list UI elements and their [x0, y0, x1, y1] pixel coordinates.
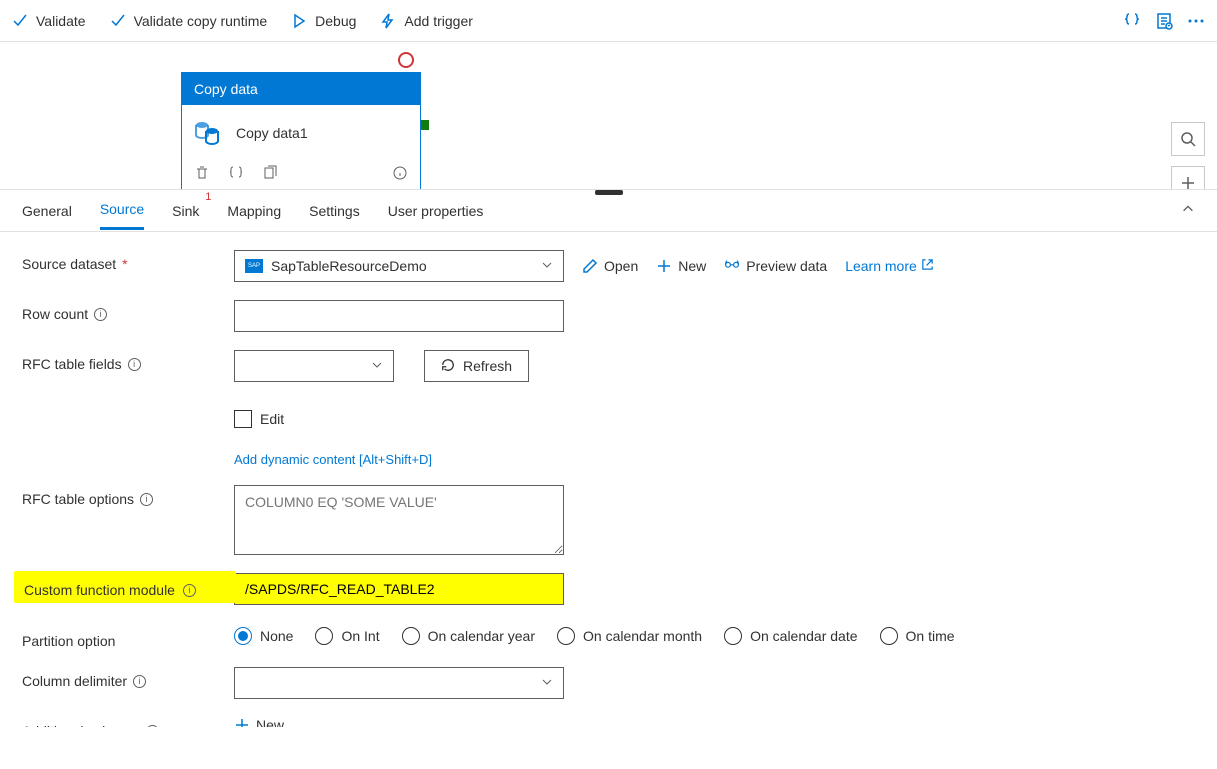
- search-canvas-button[interactable]: [1171, 122, 1205, 156]
- activity-name: Copy data1: [236, 125, 308, 141]
- validation-error-icon: [398, 52, 414, 68]
- validate-copy-label: Validate copy runtime: [134, 13, 268, 29]
- plus-icon: [656, 258, 672, 274]
- tab-sink[interactable]: Sink 1: [172, 193, 199, 229]
- tab-general[interactable]: General: [22, 193, 72, 229]
- info-icon[interactable]: [392, 165, 408, 184]
- partition-none-radio[interactable]: None: [234, 627, 293, 645]
- custom-fn-label: Custom function module i: [22, 573, 234, 601]
- chevron-down-icon: [541, 675, 553, 691]
- rfc-options-label: RFC table options i: [22, 485, 234, 507]
- row-count-label: Row count i: [22, 300, 234, 322]
- refresh-button[interactable]: Refresh: [424, 350, 529, 382]
- info-icon[interactable]: i: [146, 725, 159, 728]
- clipboard-icon[interactable]: [1155, 12, 1173, 30]
- preview-data-button[interactable]: Preview data: [724, 258, 827, 274]
- dynamic-content-link[interactable]: Add dynamic content [Alt+Shift+D]: [234, 452, 432, 467]
- partition-on-cal-month-radio[interactable]: On calendar month: [557, 627, 702, 645]
- source-dataset-label: Source dataset*: [22, 250, 234, 272]
- refresh-icon: [441, 358, 455, 375]
- validate-label: Validate: [36, 13, 86, 29]
- validate-copy-button[interactable]: Validate copy runtime: [110, 13, 268, 29]
- sap-table-icon: SAP: [245, 259, 263, 273]
- delete-icon[interactable]: [194, 165, 210, 184]
- info-icon[interactable]: i: [128, 358, 141, 371]
- pipeline-canvas[interactable]: Copy data Copy data1: [0, 42, 1217, 190]
- output-connector[interactable]: [421, 120, 429, 130]
- copy-icon[interactable]: [262, 165, 278, 184]
- edit-checkbox[interactable]: [234, 410, 252, 428]
- partition-on-cal-date-radio[interactable]: On calendar date: [724, 627, 857, 645]
- debug-label: Debug: [315, 13, 356, 29]
- activity-header: Copy data: [182, 73, 420, 105]
- collapse-panel-icon[interactable]: [1181, 202, 1195, 219]
- glasses-icon: [724, 258, 740, 274]
- plus-icon: [234, 717, 250, 727]
- tab-user-properties[interactable]: User properties: [388, 193, 484, 229]
- column-delim-label: Column delimiter i: [22, 667, 234, 689]
- pencil-icon: [582, 258, 598, 274]
- code-icon[interactable]: [228, 165, 244, 184]
- validate-button[interactable]: Validate: [12, 13, 86, 29]
- source-dataset-value: SapTableResourceDemo: [271, 258, 427, 274]
- rfc-fields-label: RFC table fields i: [22, 350, 234, 372]
- additional-cols-label: Additional columns i: [22, 717, 234, 727]
- json-braces-icon[interactable]: [1123, 12, 1141, 30]
- database-copy-icon: [194, 119, 222, 147]
- play-icon: [291, 13, 307, 29]
- zoom-in-button[interactable]: [1171, 166, 1205, 190]
- tab-sink-badge: 1: [205, 191, 211, 203]
- source-form: Source dataset* SAPSapTableResourceDemo …: [0, 232, 1217, 727]
- info-icon[interactable]: i: [94, 308, 107, 321]
- checkmark-icon: [12, 13, 28, 29]
- panel-drag-handle[interactable]: [595, 190, 623, 195]
- partition-label: Partition option: [22, 627, 234, 649]
- tab-sink-label: Sink: [172, 203, 199, 219]
- info-icon[interactable]: i: [183, 584, 196, 597]
- copy-data-activity[interactable]: Copy data Copy data1: [181, 72, 421, 190]
- learn-more-link[interactable]: Learn more: [845, 258, 934, 274]
- open-dataset-button[interactable]: Open: [582, 258, 638, 274]
- toolbar: Validate Validate copy runtime Debug Add…: [0, 0, 1217, 42]
- partition-on-int-radio[interactable]: On Int: [315, 627, 379, 645]
- tab-bar: General Source Sink 1 Mapping Settings U…: [0, 190, 1217, 232]
- rfc-options-textarea[interactable]: [234, 485, 564, 555]
- add-column-button[interactable]: New: [234, 717, 284, 727]
- lightning-icon: [380, 13, 396, 29]
- add-trigger-button[interactable]: Add trigger: [380, 13, 472, 29]
- new-dataset-button[interactable]: New: [656, 258, 706, 274]
- partition-radio-group: None On Int On calendar year On calendar…: [234, 627, 955, 645]
- tab-settings[interactable]: Settings: [309, 193, 360, 229]
- tab-mapping[interactable]: Mapping: [227, 193, 281, 229]
- edit-label: Edit: [260, 411, 284, 427]
- tab-source[interactable]: Source: [100, 191, 144, 230]
- more-icon[interactable]: [1187, 12, 1205, 30]
- info-icon[interactable]: i: [140, 493, 153, 506]
- partition-on-cal-year-radio[interactable]: On calendar year: [402, 627, 535, 645]
- checkmark-icon: [110, 13, 126, 29]
- external-link-icon: [921, 258, 934, 274]
- column-delim-select[interactable]: [234, 667, 564, 699]
- chevron-down-icon: [541, 258, 553, 274]
- add-trigger-label: Add trigger: [404, 13, 472, 29]
- rfc-fields-select[interactable]: [234, 350, 394, 382]
- debug-button[interactable]: Debug: [291, 13, 356, 29]
- activity-toolbar: [182, 161, 420, 190]
- source-dataset-select[interactable]: SAP SapTableResourceDemo: [234, 250, 564, 282]
- partition-on-time-radio[interactable]: On time: [880, 627, 955, 645]
- row-count-input[interactable]: [234, 300, 564, 332]
- info-icon[interactable]: i: [133, 675, 146, 688]
- chevron-down-icon: [371, 358, 383, 374]
- custom-fn-input[interactable]: [234, 573, 564, 605]
